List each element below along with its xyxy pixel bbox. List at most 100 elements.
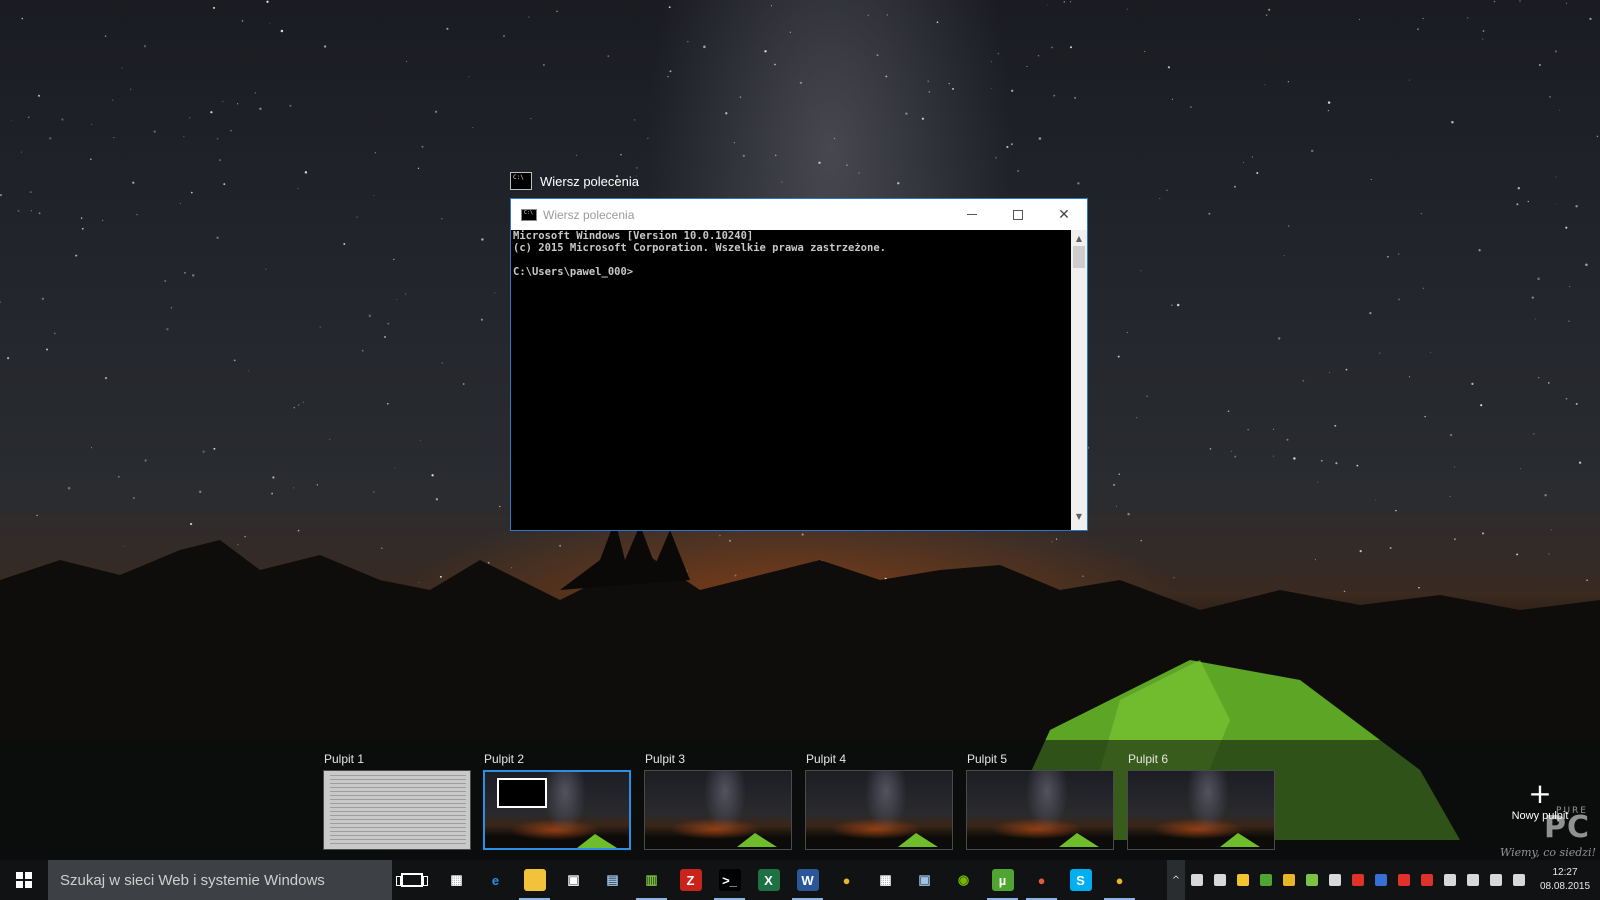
star bbox=[858, 172, 860, 174]
security-tray-button[interactable] bbox=[1369, 860, 1392, 900]
scroll-up-icon[interactable]: ▲ bbox=[1071, 230, 1087, 246]
purepc-watermark: PURE PC Wiemy, co siedzi! bbox=[1466, 800, 1596, 860]
desktop-6[interactable]: Pulpit 6 bbox=[1127, 752, 1277, 850]
chrome-tray-tray-button[interactable] bbox=[1277, 860, 1300, 900]
record-tray-button[interactable] bbox=[1415, 860, 1438, 900]
maximize-button[interactable] bbox=[995, 199, 1041, 230]
cmd-window[interactable]: Wiersz polecenia ✕ Microsoft Windows [Ve… bbox=[510, 198, 1088, 531]
star bbox=[1010, 143, 1014, 146]
star bbox=[446, 27, 449, 30]
desktop-thumbnail[interactable] bbox=[1127, 770, 1275, 850]
notifications-tray-button[interactable] bbox=[1507, 860, 1530, 900]
search-box[interactable]: Szukaj w sieci Web i systemie Windows bbox=[48, 860, 392, 900]
task-view-window-caption[interactable]: Wiersz polecenia bbox=[510, 170, 639, 192]
star bbox=[1273, 428, 1275, 430]
star bbox=[343, 242, 346, 246]
taskbar-app-cmd[interactable]: >_ bbox=[710, 860, 749, 900]
star bbox=[1046, 4, 1048, 6]
monitor-tray-button[interactable] bbox=[1208, 860, 1231, 900]
star bbox=[1356, 464, 1359, 467]
cmd-console-output[interactable]: Microsoft Windows [Version 10.0.10240] (c… bbox=[511, 230, 1073, 530]
star bbox=[1478, 249, 1481, 252]
utorrent-tray-tray-button[interactable] bbox=[1254, 860, 1277, 900]
usb-tray-button[interactable] bbox=[1323, 860, 1346, 900]
network-icon: ▤ bbox=[606, 872, 619, 887]
star bbox=[1585, 263, 1588, 267]
battery-tray-button[interactable] bbox=[1438, 860, 1461, 900]
taskbar-app-remote-desktop[interactable]: ▣ bbox=[905, 860, 944, 900]
star bbox=[393, 258, 395, 261]
star bbox=[405, 293, 407, 295]
taskbar-app-skype[interactable]: S bbox=[1061, 860, 1100, 900]
taskbar-app-word[interactable]: W bbox=[788, 860, 827, 900]
star bbox=[368, 314, 372, 318]
taskbar-app-chrome[interactable]: ● bbox=[827, 860, 866, 900]
show-hidden-icons-button[interactable]: ^ bbox=[1167, 860, 1185, 900]
scroll-down-icon[interactable]: ▼ bbox=[1071, 508, 1087, 524]
taskbar-app-nvidia[interactable]: ◉ bbox=[944, 860, 983, 900]
star bbox=[1519, 468, 1521, 470]
desktop-4[interactable]: Pulpit 4 bbox=[805, 752, 955, 850]
desktop-3[interactable]: Pulpit 3 bbox=[644, 752, 794, 850]
star bbox=[91, 447, 93, 449]
star bbox=[406, 60, 407, 62]
cmd-icon bbox=[521, 208, 537, 221]
star bbox=[1420, 212, 1422, 215]
taskbar-app-excel[interactable]: X bbox=[749, 860, 788, 900]
start-button[interactable] bbox=[0, 860, 48, 900]
star bbox=[323, 45, 327, 48]
star bbox=[191, 274, 195, 277]
cmd-titlebar[interactable]: Wiersz polecenia ✕ bbox=[511, 199, 1087, 230]
star bbox=[774, 154, 777, 157]
taskbar-app-chrome[interactable]: ● bbox=[1100, 860, 1139, 900]
taskbar-app-store[interactable]: ▣ bbox=[554, 860, 593, 900]
onedrive-tray-button[interactable] bbox=[1185, 860, 1208, 900]
star bbox=[781, 181, 783, 183]
taskbar-app-file-explorer[interactable]: ▬ bbox=[515, 860, 554, 900]
minimize-button[interactable] bbox=[949, 199, 995, 230]
desktop-thumbnail[interactable] bbox=[323, 770, 471, 850]
star bbox=[1146, 395, 1148, 397]
close-button[interactable]: ✕ bbox=[1041, 199, 1087, 230]
google-drive-tray-button[interactable] bbox=[1231, 860, 1254, 900]
taskbar-app-edge[interactable]: e bbox=[476, 860, 515, 900]
monitor-icon bbox=[1213, 874, 1226, 886]
minus-red-tray-button[interactable] bbox=[1346, 860, 1369, 900]
star bbox=[184, 272, 186, 274]
vertical-scrollbar[interactable]: ▲ ▼ bbox=[1071, 230, 1087, 530]
wifi-tray-button[interactable] bbox=[1461, 860, 1484, 900]
check-tray-button[interactable] bbox=[1300, 860, 1323, 900]
star bbox=[936, 21, 939, 24]
star bbox=[136, 214, 138, 216]
taskbar-app-apps-grid[interactable]: ▦ bbox=[437, 860, 476, 900]
star bbox=[1159, 197, 1161, 199]
task-view-button[interactable] bbox=[392, 860, 431, 900]
volume-tray-button[interactable] bbox=[1484, 860, 1507, 900]
star bbox=[164, 280, 167, 283]
star bbox=[183, 136, 185, 138]
desktop-thumbnail[interactable] bbox=[644, 770, 792, 850]
taskbar-app-network[interactable]: ▤ bbox=[593, 860, 632, 900]
star bbox=[1286, 438, 1289, 441]
star bbox=[1006, 145, 1009, 149]
desktop-1[interactable]: Pulpit 1 bbox=[323, 752, 473, 850]
clock[interactable]: 12:27 08.08.2015 bbox=[1530, 866, 1600, 894]
taskbar-app-chrome-profile[interactable]: ● bbox=[1022, 860, 1061, 900]
star bbox=[41, 297, 45, 300]
taskbar-app-filezilla[interactable]: Z bbox=[671, 860, 710, 900]
filezilla-icon: Z bbox=[679, 869, 702, 891]
taskbar-app-notepad[interactable]: ▥ bbox=[632, 860, 671, 900]
desktop-thumbnail[interactable] bbox=[966, 770, 1114, 850]
scroll-thumb[interactable] bbox=[1073, 246, 1085, 268]
red-app-tray-button[interactable] bbox=[1392, 860, 1415, 900]
desktop-5[interactable]: Pulpit 5 bbox=[966, 752, 1116, 850]
desktop-2[interactable]: Pulpit 2 bbox=[483, 752, 633, 850]
desktop-thumbnail[interactable] bbox=[483, 770, 631, 850]
desktop-thumbnail[interactable] bbox=[805, 770, 953, 850]
star bbox=[1242, 162, 1244, 163]
taskbar-app-calendar[interactable]: ▦ bbox=[866, 860, 905, 900]
star bbox=[1449, 496, 1451, 497]
scroll-track[interactable] bbox=[1071, 268, 1087, 508]
taskbar-app-utorrent[interactable]: µ bbox=[983, 860, 1022, 900]
calendar-icon: ▦ bbox=[879, 872, 892, 887]
